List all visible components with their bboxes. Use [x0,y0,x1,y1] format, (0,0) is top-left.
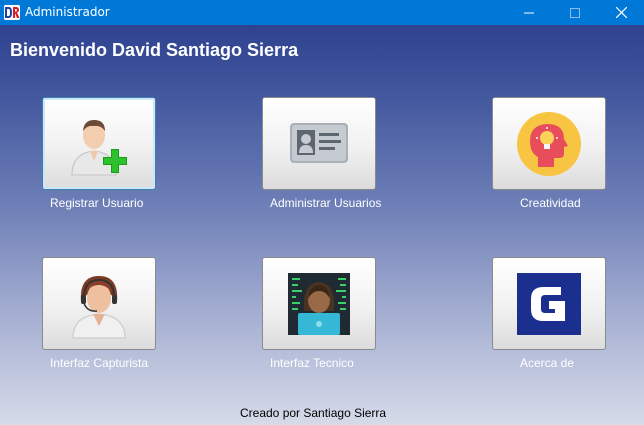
about-button[interactable] [492,257,606,350]
manage-users-button[interactable] [262,97,376,190]
minimize-button[interactable] [506,0,552,25]
close-button[interactable] [598,0,644,25]
about-label: Acerca de [520,356,575,370]
maximize-button[interactable] [552,0,598,25]
logo-g-icon [517,272,581,335]
window-title: Administrador [25,5,110,19]
app-logo-icon [4,5,20,20]
register-user-button[interactable] [42,97,156,190]
register-user-label: Registrar Usuario [50,196,144,210]
maximize-icon [570,7,580,18]
main-panel: Bienvenido David Santiago Sierra Registr… [0,25,644,425]
technician-interface-label: Interfaz Tecnico [270,356,354,370]
welcome-heading: Bienvenido David Santiago Sierra [10,40,299,60]
close-icon [615,7,627,18]
technician-interface-button[interactable] [262,257,376,350]
title-bar[interactable]: Administrador [0,0,644,25]
technician-laptop-icon [288,272,350,335]
id-card-icon [290,122,348,163]
manage-users-label: Administrar Usuarios [270,196,382,210]
footer-credit: Creado por Santiago Sierra [240,406,387,420]
creativity-label: Creatividad [520,196,581,210]
add-user-icon [71,119,127,175]
capture-interface-label: Interfaz Capturista [50,356,149,370]
creativity-head-icon [517,111,581,176]
operator-headset-icon [72,275,126,338]
capture-interface-button[interactable] [42,257,156,350]
creativity-button[interactable] [492,97,606,190]
minimize-icon [524,12,534,13]
